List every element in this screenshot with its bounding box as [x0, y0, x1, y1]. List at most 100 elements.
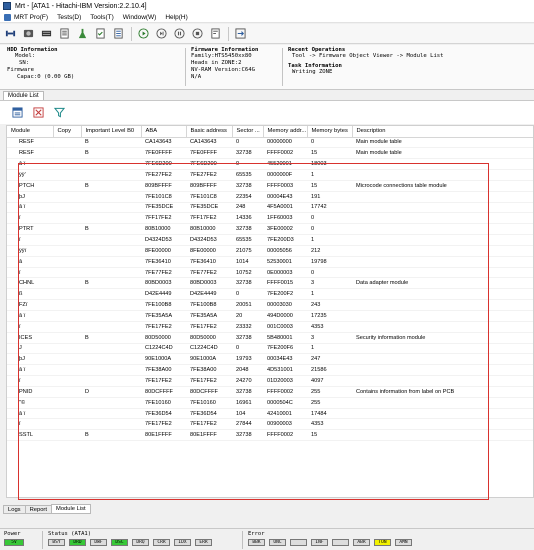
cell-aba: 7FE0FFFF	[141, 147, 186, 160]
chip-button[interactable]	[39, 26, 54, 41]
cell-important-level	[81, 418, 141, 431]
filter-button[interactable]	[52, 105, 67, 120]
status-lamp-dsc: DSC	[111, 539, 128, 546]
table-row[interactable]: â ï 7FE35A5A 7FE35A5A 20 494D0000 17235	[7, 310, 533, 322]
play-button[interactable]	[136, 26, 151, 41]
exit-button[interactable]	[233, 26, 248, 41]
cell-memory-address: 0000000F	[263, 169, 307, 181]
cell-important-level	[81, 212, 141, 225]
cell-basic-address: 80BD0003	[186, 277, 232, 290]
table-row[interactable]: RESF B CA143643 CA143643 0 00000000 0 Main modu…	[7, 137, 533, 149]
tab-module-list[interactable]: Module List	[50, 504, 91, 514]
connect-button[interactable]	[3, 26, 18, 41]
table-row[interactable]: ï D4324D53 D4324D53 65535 7FE200D3 1	[7, 234, 533, 246]
list-icon	[114, 28, 123, 39]
export-modules-button[interactable]	[31, 105, 46, 120]
cell-description	[352, 310, 533, 322]
cell-module: PTCH	[7, 180, 53, 192]
table-row[interactable]: þJ 7FE101C8 7FE101C8 22354 00004E43 191	[7, 191, 533, 203]
recent-ops-path: Tool -> Firmware Object Viewer -> Module…	[292, 53, 444, 59]
table-row[interactable]: PNID D 80DCFFFF 80DCFFFF 32738 FFFF0002 255 Con…	[7, 386, 533, 398]
drive-button[interactable]	[21, 26, 36, 41]
cell-description	[352, 375, 533, 387]
table-row[interactable]: ï 7FE77FE2 7FE77FE2 10752 0E000003 0	[7, 267, 533, 279]
flask-button[interactable]	[75, 26, 90, 41]
cell-aba: 7FE77FE2	[141, 267, 186, 279]
stop-button[interactable]	[190, 26, 205, 41]
table-row[interactable]: ß D42E4449 D42E4449 0 7FE200F2 1	[7, 288, 533, 301]
column-header-basic-address[interactable]: Basic address	[186, 126, 233, 138]
cell-memory-bytes: 15	[307, 180, 352, 192]
mrt-menu-icon[interactable]	[4, 13, 11, 21]
column-header-sector[interactable]: Sector ...	[232, 126, 264, 138]
cell-important-level: B	[81, 147, 141, 160]
cell-module: þJ	[7, 191, 53, 203]
flask-icon	[78, 28, 87, 39]
table-row[interactable]: ÿÿ' 7FE27FE2 7FE27FE2 65535 0000000F 1	[7, 169, 533, 181]
menu-tools[interactable]: Tools(T)	[90, 14, 113, 21]
cell-description	[352, 158, 533, 171]
table-row[interactable]: ÿÿï 8FE00000 8FE00000 21075 00005056 212	[7, 245, 533, 257]
menu-help[interactable]: Help(H)	[165, 14, 187, 21]
table-row[interactable]: ï 7FF17FE2 7FF17FE2 14336 1FF60003 0	[7, 212, 533, 225]
table-row[interactable]: â ï 7FE35DCE 7FE35DCE 248 4F5A0001 17742	[7, 202, 533, 214]
table-row[interactable]: ICES B 80D50000 80D50000 32738 5B480001 3 Secur…	[7, 332, 533, 344]
log-button[interactable]	[208, 26, 223, 41]
column-header-aba[interactable]: ABA	[141, 126, 187, 138]
column-header-memory-bytes[interactable]: Memory bytes	[307, 126, 353, 138]
table-row[interactable]: "© 7FE10160 7FE10160 16961 0000504C 255	[7, 397, 533, 409]
cell-memory-bytes: 3	[307, 277, 352, 290]
cell-module: RESF	[7, 147, 53, 160]
table-row[interactable]: PTRT B 80B10000 80B10000 32738 3FE00002 0	[7, 223, 533, 236]
cell-aba: 7FE38A00	[141, 364, 186, 377]
tab-logs[interactable]: Logs	[3, 505, 26, 514]
cell-memory-address: FFFF0002	[263, 429, 307, 442]
cell-copy	[53, 191, 81, 203]
pause-button[interactable]	[172, 26, 187, 41]
skip-button[interactable]	[154, 26, 169, 41]
table-row[interactable]: CHNL B 80BD0003 80BD0003 32738 FFFF0015 3 Data …	[7, 277, 533, 290]
cell-description	[352, 321, 533, 333]
column-header-module[interactable]: Module	[7, 126, 54, 138]
table-row[interactable]: J C1224C4D C1224C4D 0 7FE200F6 1	[7, 343, 533, 355]
cell-aba: 7FF17FE2	[141, 212, 186, 225]
cell-description	[352, 234, 533, 246]
table-row[interactable]: â ï 7FE6D200 7FE6D200 0 45520001 18003	[7, 158, 533, 171]
checklist-button[interactable]	[93, 26, 108, 41]
menu-window[interactable]: Window(W)	[123, 14, 157, 21]
column-header-important-level[interactable]: Important Level B0	[81, 126, 142, 138]
cell-memory-bytes: 15	[307, 429, 352, 442]
table-row[interactable]: FZï 7FE100B8 7FE100B8 20051 00003030 243	[7, 299, 533, 311]
table-row[interactable]: ï 7FE17FE2 7FE17FE2 27844 00900003 4353	[7, 418, 533, 431]
cell-memory-bytes: 0	[307, 267, 352, 279]
table-row[interactable]: þJ 90E1000A 90E1000A 19793 00034E43 247	[7, 353, 533, 366]
menu-mrt-pro[interactable]: MRT Pro(F)	[14, 14, 48, 21]
table-row[interactable]: â 7FE36410 7FE36410 1014 52530001 19798	[7, 256, 533, 268]
tab-module-list-top[interactable]: Module List	[3, 91, 44, 100]
table-row[interactable]: RESF B 7FE0FFFF 7FE0FFFF 32738 FFFF0002 15 Main…	[7, 147, 533, 160]
menu-tests[interactable]: Tests(D)	[57, 14, 81, 21]
cell-copy	[53, 256, 81, 268]
cell-copy	[53, 158, 81, 171]
cell-module: â ï	[7, 364, 53, 377]
table-row[interactable]: ï 7FE17FE2 7FE17FE2 24270 01D20003 4097	[7, 375, 533, 387]
document-button[interactable]	[57, 26, 72, 41]
table-row[interactable]: â ï 7FE36D54 7FE36D54 104 42410001 17484	[7, 408, 533, 420]
cell-memory-address: 0000504C	[263, 397, 307, 409]
table-row[interactable]: PTCH B 809BFFFF 809BFFFF 32738 FFFF0003 15 Micr…	[7, 180, 533, 192]
column-header-memory-address[interactable]: Memory addr...	[263, 126, 308, 138]
window-title: Mrt - [ATA1 - Hitachi-IBM Version:2.2.10…	[15, 2, 147, 10]
save-modules-button[interactable]	[10, 105, 25, 120]
tab-report[interactable]: Report	[24, 505, 52, 514]
table-row[interactable]: â ï 7FE38A00 7FE38A00 2048 4D531001 21586	[7, 364, 533, 377]
power-group: Power 5V	[4, 531, 28, 546]
column-header-copy[interactable]: Copy	[53, 126, 82, 138]
column-header-description[interactable]: Description	[352, 126, 533, 138]
cell-aba: 7FE17FE2	[141, 375, 186, 387]
table-row[interactable]: ï 7FE17FE2 7FE17FE2 23332 001C0003 4353	[7, 321, 533, 333]
table-row[interactable]: SSTL B 80E1FFFF 80E1FFFF 32738 FFFF0002 15	[7, 429, 533, 442]
cell-basic-address: 80B10000	[186, 223, 232, 236]
cell-aba: 7FE27FE2	[141, 169, 186, 181]
list-view-button[interactable]	[111, 26, 126, 41]
cell-module: FZï	[7, 299, 53, 311]
